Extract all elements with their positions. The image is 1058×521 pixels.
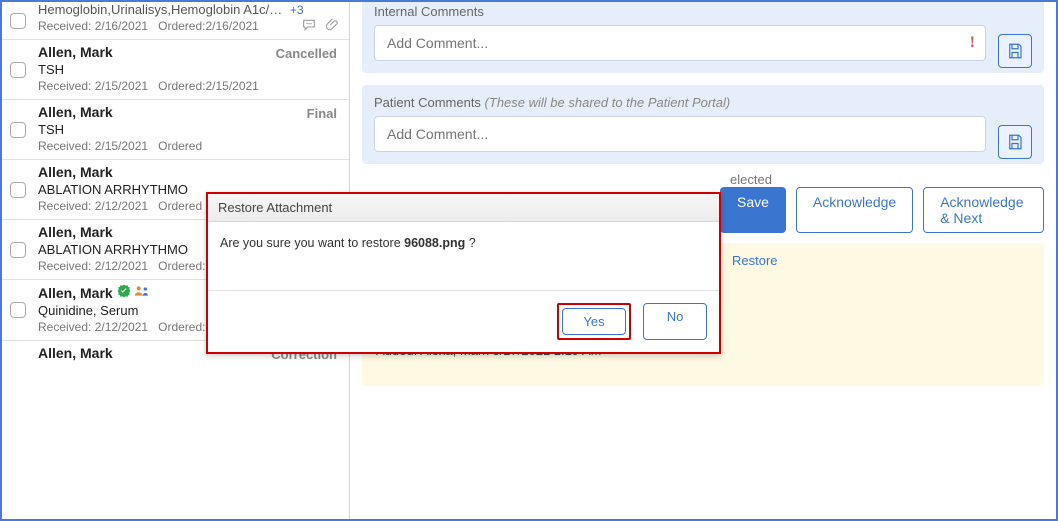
comment-icon[interactable] (301, 17, 317, 33)
yes-highlight: Yes (557, 303, 631, 340)
received-date: Received: 2/16/2021 (38, 19, 148, 33)
status-badge: Final (307, 106, 337, 121)
patient-comment-input[interactable] (385, 125, 975, 143)
save-patient-comment-button[interactable] (998, 125, 1032, 159)
received-date: Received: 2/12/2021 (38, 259, 148, 273)
order-desc: Hemoglobin,Urinalisys,Hemoglobin A1c/… (38, 2, 282, 17)
internal-comments-panel: Internal Comments ! (362, 2, 1044, 73)
ordered-date: Ordered:2/16/2021 (158, 19, 259, 33)
received-date: Received: 2/15/2021 (38, 139, 148, 153)
acknowledge-button[interactable]: Acknowledge (796, 187, 913, 233)
received-date: Received: 2/15/2021 (38, 79, 148, 93)
selected-text: elected (350, 172, 1056, 187)
row-checkbox[interactable] (10, 182, 26, 198)
internal-comment-input[interactable] (385, 34, 962, 52)
internal-comments-label: Internal Comments (374, 4, 1032, 19)
more-count[interactable]: +3 (290, 3, 304, 17)
save-internal-comment-button[interactable] (998, 34, 1032, 68)
people-icon (134, 287, 150, 301)
order-desc: TSH (38, 62, 341, 77)
patient-name: Allen, Mark (38, 164, 341, 180)
ordered-date: Ordered (158, 139, 202, 153)
alert-icon: ! (970, 34, 975, 52)
app-frame: Hemoglobin,Urinalisys,Hemoglobin A1c/… +… (0, 0, 1058, 521)
patient-name: Allen, Mark (38, 104, 341, 120)
list-item[interactable]: Allen, Mark Final TSH Received: 2/15/202… (2, 100, 349, 160)
row-checkbox[interactable] (10, 13, 26, 29)
dialog-no-button[interactable]: No (643, 303, 707, 340)
list-item[interactable]: Hemoglobin,Urinalisys,Hemoglobin A1c/… +… (2, 2, 349, 40)
patient-comments-label: Patient Comments (These will be shared t… (374, 95, 1032, 110)
row-checkbox[interactable] (10, 302, 26, 318)
received-date: Received: 2/12/2021 (38, 320, 148, 334)
ordered-date: Ordered:2/15/2021 (158, 79, 259, 93)
dialog-buttons: Yes No (208, 290, 719, 352)
row-checkbox[interactable] (10, 242, 26, 258)
internal-comment-wrap: ! (374, 25, 986, 61)
attachment-icon[interactable] (325, 17, 341, 33)
order-desc: TSH (38, 122, 341, 137)
list-item[interactable]: Allen, Mark Cancelled TSH Received: 2/15… (2, 40, 349, 100)
row-checkbox[interactable] (10, 122, 26, 138)
patient-comment-wrap (374, 116, 986, 152)
received-date: Received: 2/12/2021 (38, 199, 148, 213)
ordered-date: Ordered (158, 199, 202, 213)
dialog-message: Are you sure you want to restore 96088.p… (208, 222, 719, 290)
status-badge: Cancelled (276, 46, 337, 61)
verified-icon (117, 286, 135, 301)
patient-comments-panel: Patient Comments (These will be shared t… (362, 85, 1044, 164)
save-button[interactable]: Save (720, 187, 786, 233)
dialog-title: Restore Attachment (208, 194, 719, 222)
dialog-yes-button[interactable]: Yes (562, 308, 626, 335)
acknowledge-next-button[interactable]: Acknowledge & Next (923, 187, 1044, 233)
row-checkbox[interactable] (10, 62, 26, 78)
restore-attachment-dialog: Restore Attachment Are you sure you want… (206, 192, 721, 354)
